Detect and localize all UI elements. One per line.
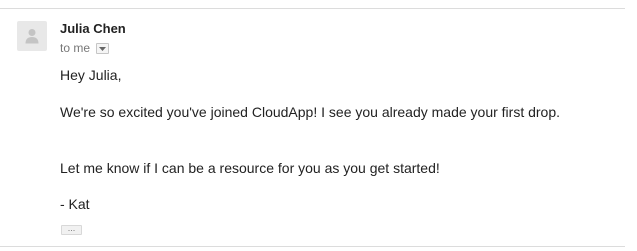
sender-avatar[interactable] bbox=[17, 21, 47, 51]
bottom-divider bbox=[0, 246, 625, 247]
body-paragraph: Let me know if I can be a resource for y… bbox=[60, 160, 440, 176]
chevron-down-icon bbox=[99, 46, 107, 51]
sender-name[interactable]: Julia Chen bbox=[60, 21, 126, 36]
recipient-row: to me bbox=[60, 41, 110, 56]
top-divider bbox=[0, 8, 625, 9]
ellipsis-label: ... bbox=[67, 223, 76, 233]
greeting-text: Hey Julia, bbox=[60, 67, 122, 83]
signature-text: - Kat bbox=[60, 196, 90, 212]
email-message: Julia Chen to me Hey Julia, We're so exc… bbox=[0, 0, 637, 251]
show-trimmed-content-button[interactable]: ... bbox=[61, 223, 82, 235]
body-paragraph: We're so excited you've joined CloudApp!… bbox=[60, 104, 561, 120]
recipient-label: to me bbox=[60, 41, 91, 55]
show-details-button[interactable] bbox=[96, 43, 110, 54]
person-silhouette-icon bbox=[25, 29, 39, 44]
